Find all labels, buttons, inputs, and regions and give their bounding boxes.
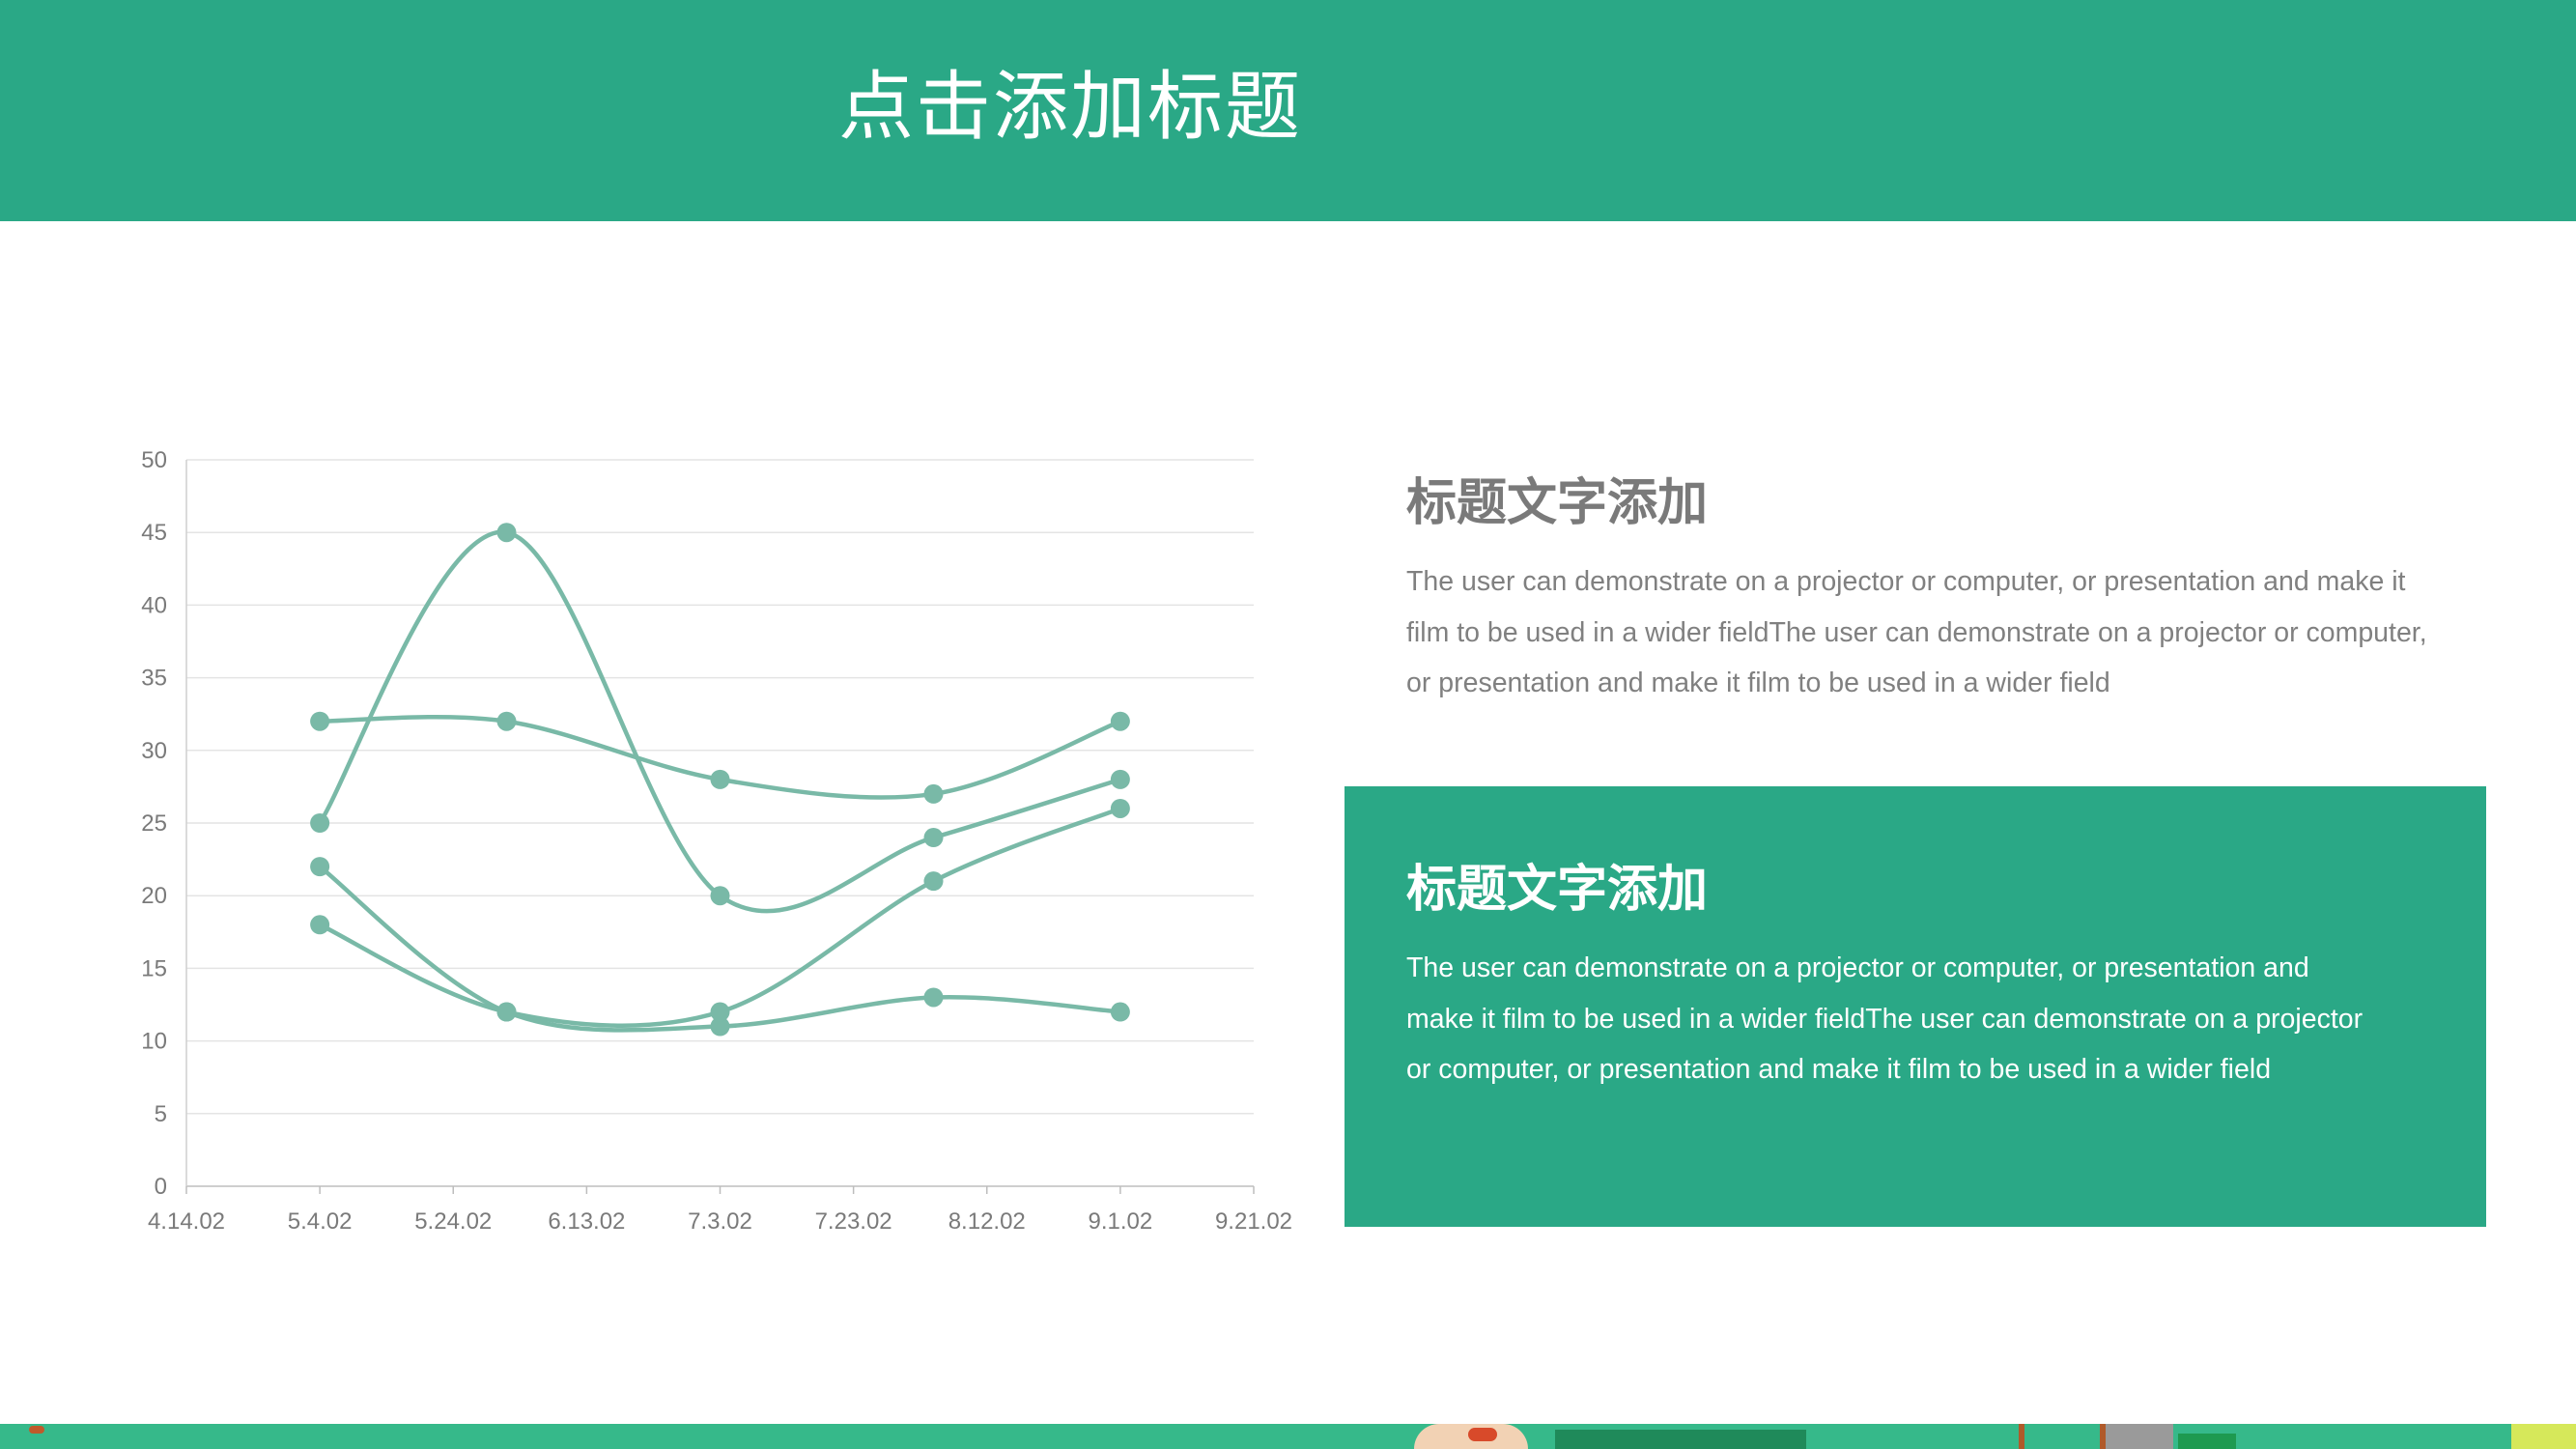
data-point-s3-4 <box>923 987 944 1008</box>
data-point-s1-2 <box>496 523 517 543</box>
data-point-s1-5 <box>1110 769 1130 789</box>
block1-body[interactable]: The user can demonstrate on a projector … <box>1406 556 2449 709</box>
y-tick-label: 20 <box>141 883 167 909</box>
y-tick-label: 30 <box>141 738 167 764</box>
deco-shape-center-dot <box>1468 1428 1497 1441</box>
block2-title[interactable]: 标题文字添加 <box>1406 860 2372 920</box>
data-point-s1-3 <box>710 886 730 906</box>
deco-shape-dark-green <box>1555 1430 1806 1449</box>
deco-shape-left <box>29 1426 44 1434</box>
data-point-s2-3 <box>710 769 730 789</box>
x-tick-label: 7.3.02 <box>688 1208 752 1235</box>
data-point-s3-1 <box>310 857 330 877</box>
footer-decoration-band <box>0 1424 2576 1449</box>
data-point-s4-3 <box>710 1002 730 1022</box>
data-point-s4-2 <box>496 1002 517 1022</box>
line-chart: 0 5 10 15 20 25 30 35 40 45 50 4.14.02 5.4.02 5.24.02… <box>0 386 1352 1275</box>
y-tick-label: 50 <box>141 447 167 473</box>
data-point-s2-5 <box>1110 711 1130 731</box>
x-tick-label: 7.23.02 <box>815 1208 892 1235</box>
data-point-s3-5 <box>1110 1002 1130 1022</box>
y-tick-label: 45 <box>141 520 167 546</box>
data-point-s4-4 <box>923 871 944 892</box>
highlight-panel: 标题文字添加 The user can demonstrate on a pro… <box>1345 786 2486 1227</box>
deco-shape-gray <box>2106 1424 2173 1449</box>
x-tick-label: 9.1.02 <box>1089 1208 1153 1235</box>
data-point-s2-4 <box>923 783 944 804</box>
series-line-4 <box>319 806 1121 1028</box>
header-bar: 点击添加标题 <box>0 0 2576 221</box>
block2-body[interactable]: The user can demonstrate on a projector … <box>1406 943 2372 1095</box>
x-tick-label: 4.14.02 <box>148 1208 225 1235</box>
deco-shape-green-right <box>2178 1434 2236 1449</box>
block1-title[interactable]: 标题文字添加 <box>1406 473 2449 533</box>
line-chart-svg: 0 5 10 15 20 25 30 35 40 45 50 4.14.02 5.4.02 5.24.02… <box>141 447 1292 1235</box>
text-block-2: 标题文字添加 The user can demonstrate on a pro… <box>1406 860 2372 1095</box>
data-point-s1-4 <box>923 828 944 848</box>
text-block-1: 标题文字添加 The user can demonstrate on a pro… <box>1406 473 2449 709</box>
data-point-s4-1 <box>310 915 330 935</box>
y-tick-label: 0 <box>155 1174 167 1200</box>
y-tick-label: 10 <box>141 1029 167 1055</box>
deco-shape-ladder <box>2019 1424 2106 1449</box>
y-tick-label: 35 <box>141 666 167 692</box>
y-tick-label: 15 <box>141 955 167 981</box>
x-tick-label: 8.12.02 <box>948 1208 1026 1235</box>
y-tick-label: 40 <box>141 592 167 618</box>
y-tick-label: 5 <box>155 1101 167 1127</box>
data-point-s4-5 <box>1110 798 1130 818</box>
x-tick-label: 5.4.02 <box>288 1208 353 1235</box>
series-line-1 <box>318 529 1121 914</box>
deco-shape-yellow <box>2511 1424 2576 1449</box>
data-point-s1-1 <box>310 813 330 833</box>
data-point-s2-1 <box>310 711 330 731</box>
x-tick-label: 6.13.02 <box>548 1208 625 1235</box>
x-tick-label: 5.24.02 <box>414 1208 492 1235</box>
page-title[interactable]: 点击添加标题 <box>838 70 1302 145</box>
x-tick-label: 9.21.02 <box>1215 1208 1292 1235</box>
y-tick-label: 25 <box>141 810 167 837</box>
data-point-s2-2 <box>496 711 517 731</box>
